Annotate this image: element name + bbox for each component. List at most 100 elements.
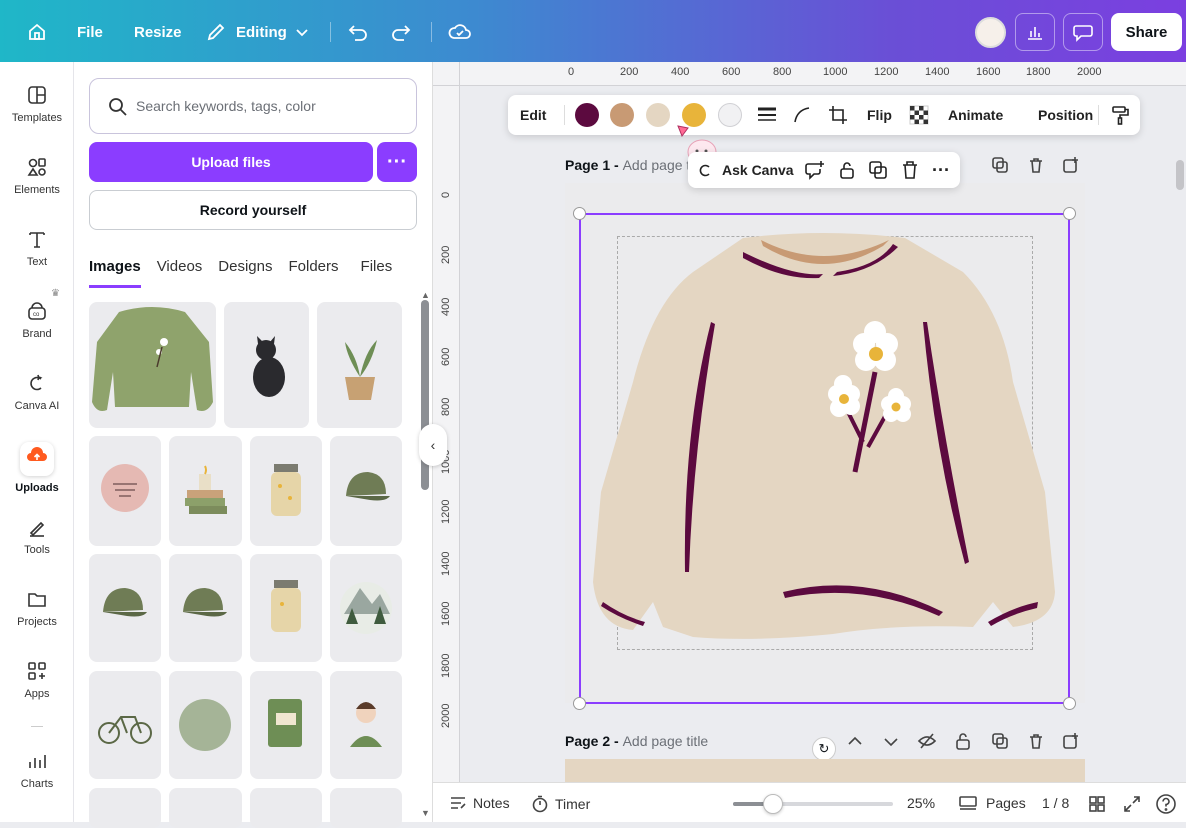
upload-more-options-button[interactable]: ··· [377, 142, 417, 182]
upload-thumb-books-candle[interactable] [169, 436, 242, 546]
canvas-scrollbar[interactable] [1176, 160, 1184, 190]
add-page-icon[interactable] [1061, 731, 1081, 751]
upload-thumb-green-sweater[interactable] [89, 302, 216, 428]
save-status-button[interactable] [448, 22, 472, 42]
upload-thumb-green-cap[interactable] [330, 436, 402, 546]
trash-icon[interactable] [901, 160, 919, 180]
rail-item-charts[interactable]: Charts [0, 750, 74, 790]
grid-view-icon[interactable] [1088, 795, 1106, 813]
duplicate-icon[interactable] [868, 160, 888, 180]
more-options-icon[interactable]: ··· [932, 160, 950, 181]
fullscreen-icon[interactable] [1123, 795, 1141, 813]
curve-icon[interactable] [792, 105, 812, 125]
help-icon[interactable] [1155, 793, 1177, 815]
undo-button[interactable] [347, 22, 369, 42]
scroll-up-arrow[interactable]: ▲ [421, 290, 430, 300]
resize-handle-br[interactable] [1063, 697, 1076, 710]
upload-thumb-green-badge[interactable] [169, 671, 242, 779]
color-swatch-3[interactable] [646, 103, 670, 127]
upload-thumb-mountain-forest[interactable] [330, 554, 402, 662]
search-input[interactable]: Search keywords, tags, color [89, 78, 417, 134]
upload-thumb-green-cap-2[interactable] [89, 554, 161, 662]
timer-button[interactable]: Timer [531, 795, 590, 813]
upload-thumb-enjoy-little-things[interactable] [89, 436, 161, 546]
stroke-weight-icon[interactable] [756, 105, 778, 125]
resize-handle-tr[interactable] [1063, 207, 1076, 220]
duplicate-page-icon[interactable] [990, 731, 1010, 751]
comments-button[interactable] [1063, 13, 1103, 51]
crop-icon[interactable] [828, 105, 848, 125]
upload-thumb-bicycle[interactable] [89, 671, 161, 779]
upload-thumb-girl-coffee[interactable] [330, 671, 402, 779]
rail-item-elements[interactable]: Elements [0, 156, 74, 196]
redo-button[interactable] [390, 22, 412, 42]
insights-button[interactable] [1015, 13, 1055, 51]
upload-thumb[interactable] [89, 788, 161, 828]
upload-thumb-plant[interactable] [317, 302, 402, 428]
zoom-percent[interactable]: 25% [907, 795, 935, 811]
chevron-down-icon[interactable] [882, 733, 900, 751]
rail-item-projects[interactable]: Projects [0, 588, 74, 628]
resize-handle-bl[interactable] [573, 697, 586, 710]
color-swatch-1[interactable] [575, 103, 599, 127]
upload-thumb-firefly-jar[interactable] [250, 436, 322, 546]
tab-designs[interactable]: Designs [218, 258, 272, 288]
rail-item-uploads[interactable]: Uploads [0, 442, 74, 494]
chevron-up-icon[interactable] [846, 733, 864, 751]
upload-thumb[interactable] [250, 788, 322, 828]
tab-images[interactable]: Images [89, 258, 141, 288]
tab-folders[interactable]: Folders [289, 258, 339, 288]
page-2-canvas[interactable] [565, 759, 1085, 782]
rail-item-brand[interactable]: co Brand [0, 300, 74, 340]
flip-button[interactable]: Flip [867, 107, 892, 123]
upload-thumb-notebook[interactable] [250, 671, 322, 779]
upload-thumb[interactable] [330, 788, 402, 828]
delete-page-icon[interactable] [1026, 731, 1046, 751]
page-2-title-input[interactable]: Add page title [623, 733, 709, 749]
unlock-icon[interactable] [838, 160, 856, 180]
upload-files-button[interactable]: Upload files [89, 142, 373, 182]
pages-icon [959, 796, 977, 810]
element-toolbar: Edit Flip Animate Position [508, 95, 1140, 135]
editing-mode-dropdown[interactable]: Editing [206, 22, 309, 42]
animate-button[interactable]: Animate [948, 107, 1003, 123]
collapse-panel-button[interactable]: ‹ [419, 424, 447, 466]
hide-page-icon[interactable] [917, 732, 937, 750]
refresh-icon[interactable]: ↻ [812, 737, 836, 761]
lock-page-icon[interactable] [954, 731, 972, 751]
file-menu[interactable]: File [77, 24, 103, 41]
paint-roller-icon[interactable] [1110, 105, 1130, 125]
ask-canva-button[interactable]: Ask Canva [722, 162, 794, 178]
edit-button[interactable]: Edit [520, 107, 546, 123]
zoom-slider[interactable] [733, 794, 893, 814]
rail-item-text[interactable]: Text [0, 228, 74, 268]
upload-thumb[interactable] [169, 788, 242, 828]
add-comment-icon[interactable] [804, 160, 826, 180]
notes-button[interactable]: Notes [449, 795, 510, 811]
zoom-slider-knob[interactable] [763, 794, 783, 814]
tab-videos[interactable]: Videos [157, 258, 203, 288]
upload-thumb-firefly-jar-2[interactable] [250, 554, 322, 662]
avatar[interactable] [975, 17, 1006, 48]
tab-files[interactable]: Files [361, 258, 393, 288]
upload-thumb-black-cat[interactable] [224, 302, 309, 428]
share-button[interactable]: Share [1111, 13, 1182, 51]
upload-thumb-green-cap-3[interactable] [169, 554, 242, 662]
rail-item-canva-ai[interactable]: Canva AI [0, 372, 74, 412]
pages-button[interactable]: Pages [958, 795, 1026, 811]
scroll-down-arrow[interactable]: ▼ [421, 808, 430, 818]
record-yourself-button[interactable]: Record yourself [89, 190, 417, 230]
add-page-icon[interactable] [1061, 155, 1081, 175]
position-button[interactable]: Position [1038, 107, 1093, 123]
resize-handle-tl[interactable] [573, 207, 586, 220]
rail-item-tools[interactable]: Tools [0, 516, 74, 556]
duplicate-page-icon[interactable] [990, 155, 1010, 175]
resize-menu[interactable]: Resize [134, 24, 182, 41]
home-button[interactable] [26, 21, 48, 43]
delete-page-icon[interactable] [1026, 155, 1046, 175]
rail-item-templates[interactable]: Templates [0, 84, 74, 124]
color-swatch-2[interactable] [610, 103, 634, 127]
transparency-icon[interactable] [909, 105, 929, 125]
ruler-tick: 800 [773, 66, 792, 78]
rail-item-apps[interactable]: Apps [0, 660, 74, 700]
